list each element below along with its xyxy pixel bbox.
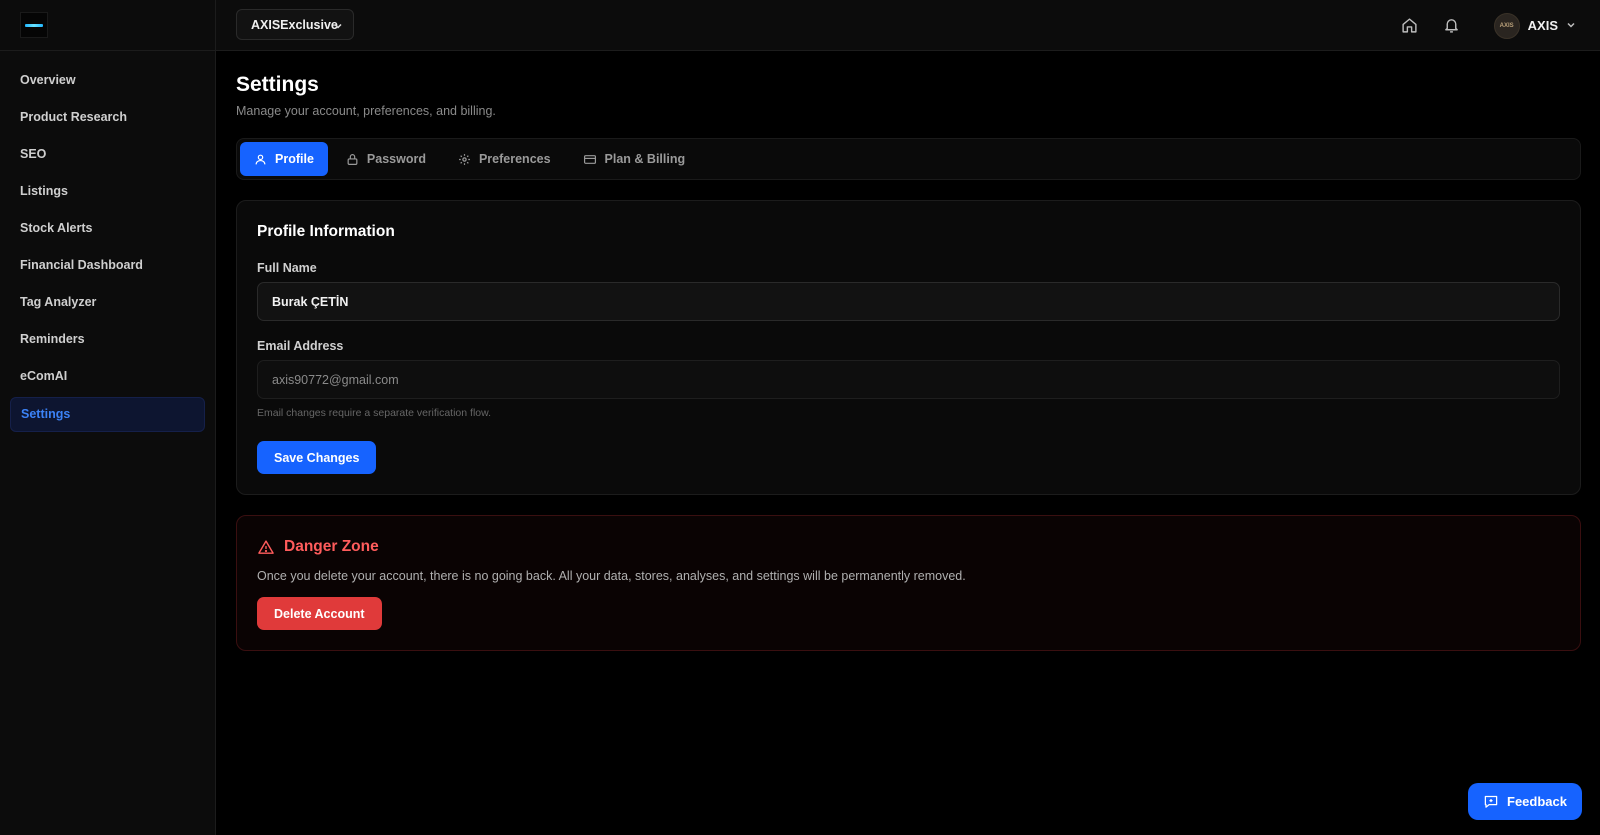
tab-plan-billing[interactable]: Plan & Billing (569, 142, 700, 176)
tab-password[interactable]: Password (332, 142, 440, 176)
email-helper-text: Email changes require a separate verific… (257, 407, 492, 419)
settings-tabs: Profile Password Preferences Plan & Bill… (236, 138, 1581, 180)
user-name: AXIS (1527, 18, 1558, 33)
danger-zone-title-text: Danger Zone (284, 538, 379, 555)
user-menu[interactable]: AXIS AXIS (1493, 12, 1576, 39)
sidebar-item-financial-dashboard[interactable]: Financial Dashboard (10, 248, 205, 283)
profile-card: Profile Information Full Name Email Addr… (236, 200, 1581, 495)
sidebar-item-tag-analyzer[interactable]: Tag Analyzer (10, 285, 205, 320)
lock-icon (347, 153, 358, 165)
tab-label: Profile (275, 152, 314, 166)
sidebar-item-product-research[interactable]: Product Research (10, 100, 205, 135)
feedback-icon (1484, 795, 1498, 808)
sidebar-item-stock-alerts[interactable]: Stock Alerts (10, 211, 205, 246)
credit-card-icon (583, 154, 596, 164)
full-name-input[interactable] (257, 282, 1560, 321)
sidebar-item-ecomai[interactable]: eComAI (10, 359, 205, 394)
store-selector-value: AXISExclusive (251, 17, 338, 32)
chevron-down-icon (333, 20, 343, 34)
profile-card-title: Profile Information (257, 223, 395, 240)
delete-account-button[interactable]: Delete Account (257, 597, 382, 630)
tab-preferences[interactable]: Preferences (444, 142, 565, 176)
feedback-label: Feedback (1507, 794, 1567, 809)
tab-profile[interactable]: Profile (240, 142, 328, 176)
user-icon (255, 154, 266, 164)
tab-label: Password (366, 152, 426, 166)
sidebar: Overview Product Research SEO Listings S… (0, 0, 216, 835)
email-label: Email Address (257, 339, 344, 353)
page-subtitle: Manage your account, preferences, and bi… (236, 104, 496, 118)
home-icon[interactable] (1400, 16, 1420, 36)
store-selector[interactable]: AXISExclusive (236, 9, 354, 40)
warning-icon (258, 539, 274, 554)
save-changes-button[interactable]: Save Changes (257, 441, 377, 474)
email-field (257, 360, 1560, 399)
danger-zone-title: Danger Zone (257, 538, 1560, 556)
danger-zone-card: Danger Zone Once you delete your account… (236, 515, 1581, 651)
sidebar-item-overview[interactable]: Overview (10, 63, 205, 98)
main-content: Settings Manage your account, preference… (236, 51, 1581, 651)
sidebar-item-reminders[interactable]: Reminders (10, 322, 205, 357)
tab-label: Plan & Billing (604, 152, 686, 166)
full-name-label: Full Name (257, 261, 317, 275)
bell-icon[interactable] (1442, 16, 1462, 36)
feedback-button[interactable]: Feedback (1468, 783, 1582, 820)
sidebar-item-listings[interactable]: Listings (10, 174, 205, 209)
sidebar-item-seo[interactable]: SEO (10, 137, 205, 172)
tab-label: Preferences (478, 152, 551, 166)
sidebar-item-settings[interactable]: Settings (10, 397, 205, 432)
avatar[interactable]: AXIS (1493, 12, 1520, 39)
logo-area (0, 0, 215, 51)
avatar-text: AXIS (1499, 22, 1514, 29)
brand-logo-icon[interactable] (20, 12, 48, 38)
topbar: AXISExclusive AXIS AXIS (216, 0, 1600, 51)
danger-zone-text: Once you delete your account, there is n… (257, 569, 966, 583)
chevron-down-icon (1566, 18, 1576, 33)
page-title: Settings (236, 73, 319, 96)
topbar-actions: AXIS AXIS (1400, 0, 1576, 51)
gear-icon (459, 153, 470, 165)
sidebar-nav: Overview Product Research SEO Listings S… (0, 51, 215, 432)
